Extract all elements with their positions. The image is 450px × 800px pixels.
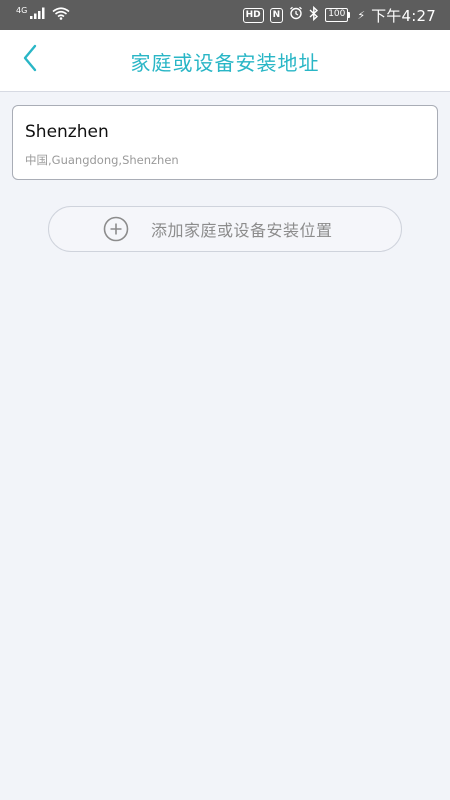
alarm-icon xyxy=(289,6,303,24)
nfc-icon: N xyxy=(269,7,284,23)
chevron-left-icon xyxy=(22,44,38,76)
add-location-label: 添加家庭或设备安装位置 xyxy=(151,221,333,240)
page-title: 家庭或设备安装地址 xyxy=(130,50,320,75)
plus-circle-icon xyxy=(103,216,129,242)
status-time: 下午4:27 xyxy=(371,6,436,25)
address-card[interactable]: Shenzhen 中国,Guangdong,Shenzhen xyxy=(12,105,438,180)
hd-icon: HD xyxy=(242,7,264,23)
status-bar: 4G HD N 100 ⚡ 下午4:27 xyxy=(0,0,450,30)
address-detail: 中国,Guangdong,Shenzhen xyxy=(25,153,179,167)
battery-icon: 100 xyxy=(325,8,351,22)
status-bar-left: 4G xyxy=(16,5,70,24)
header-bar: 家庭或设备安装地址 xyxy=(0,30,450,92)
address-name: Shenzhen xyxy=(25,122,109,142)
status-bar-right: HD N 100 ⚡ 下午4:27 xyxy=(242,5,436,26)
back-button[interactable] xyxy=(14,44,46,76)
wifi-icon xyxy=(52,6,70,24)
charging-icon: ⚡ xyxy=(357,8,366,22)
add-location-button[interactable]: 添加家庭或设备安装位置 xyxy=(48,206,402,252)
battery-tip xyxy=(348,12,351,18)
network-type-label: 4G xyxy=(16,5,28,15)
signal-icon xyxy=(30,7,46,23)
bluetooth-icon xyxy=(309,5,319,25)
battery-level: 100 xyxy=(325,8,349,22)
